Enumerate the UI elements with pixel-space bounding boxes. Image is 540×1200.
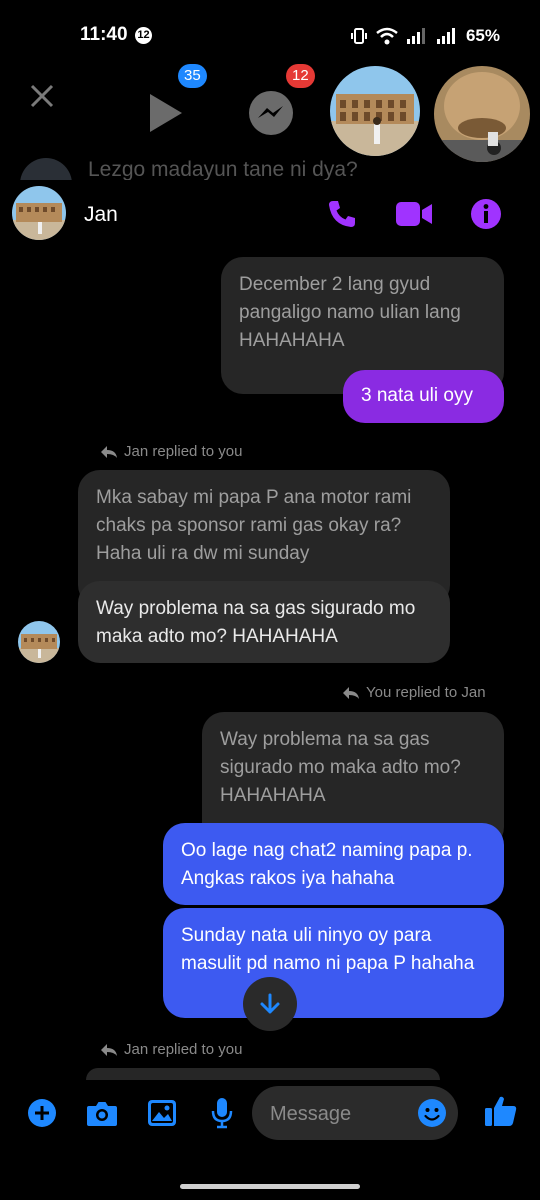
chat-head-avatar-2[interactable]	[434, 66, 530, 162]
arrow-down-icon	[260, 993, 280, 1014]
vibrate-icon	[350, 28, 367, 44]
emoji-icon[interactable]	[417, 1098, 447, 1133]
info-icon[interactable]	[470, 198, 502, 235]
add-icon[interactable]	[27, 1098, 57, 1133]
chat-preview-avatar	[20, 158, 72, 180]
chat-head-avatar-jan[interactable]	[330, 66, 420, 156]
battery-level: 65%	[465, 26, 500, 45]
notification-count-badge: 12	[135, 27, 152, 44]
video-call-icon[interactable]	[395, 200, 433, 233]
chat-preview-text: Lezgo madayun tane ni dya?	[88, 158, 358, 180]
reply-note: You replied to Jan	[342, 684, 486, 701]
chat-header	[0, 180, 540, 250]
received-message[interactable]: Way problema na sa gas sigurado mo maka …	[78, 581, 450, 663]
sent-message[interactable]: Oo lage nag chat2 naming papa p. Angkas …	[163, 823, 504, 905]
video-bubble-icon[interactable]	[140, 88, 190, 138]
sent-message[interactable]: Sunday nata uli ninyo oy para masulit pd…	[163, 908, 504, 1018]
wifi-icon	[376, 27, 398, 45]
home-indicator	[180, 1184, 360, 1189]
sent-message[interactable]: 3 nata uli oyy	[343, 370, 504, 423]
signal-icon	[406, 28, 425, 44]
reply-note-text: You replied to Jan	[366, 684, 486, 701]
microphone-icon[interactable]	[210, 1097, 234, 1134]
scroll-to-bottom-button[interactable]	[243, 977, 297, 1031]
reply-arrow-icon	[101, 445, 117, 458]
contact-name[interactable]: Jan	[84, 203, 118, 227]
close-icon[interactable]	[26, 80, 58, 112]
reply-note: Jan replied to you	[100, 1041, 242, 1058]
video-badge: 35	[178, 64, 207, 88]
reply-note-text: Jan replied to you	[124, 443, 243, 460]
signal-icon-2	[436, 28, 455, 44]
camera-icon[interactable]	[86, 1099, 118, 1132]
reply-arrow-icon	[343, 686, 359, 699]
quoted-message-partial	[86, 1068, 440, 1080]
message-placeholder: Message	[270, 1103, 352, 1125]
contact-avatar[interactable]	[12, 186, 66, 240]
gallery-icon[interactable]	[147, 1099, 177, 1132]
messenger-icon[interactable]	[246, 88, 296, 138]
reply-note: Jan replied to you	[100, 443, 242, 460]
status-icons: 65%	[350, 26, 500, 46]
reply-arrow-icon	[101, 1043, 117, 1056]
phone-call-icon[interactable]	[326, 198, 358, 235]
sender-avatar[interactable]	[18, 621, 60, 663]
like-icon[interactable]	[484, 1094, 518, 1133]
messenger-badge: 12	[286, 64, 315, 88]
status-time: 11:40	[80, 24, 128, 45]
reply-note-text: Jan replied to you	[124, 1041, 243, 1058]
